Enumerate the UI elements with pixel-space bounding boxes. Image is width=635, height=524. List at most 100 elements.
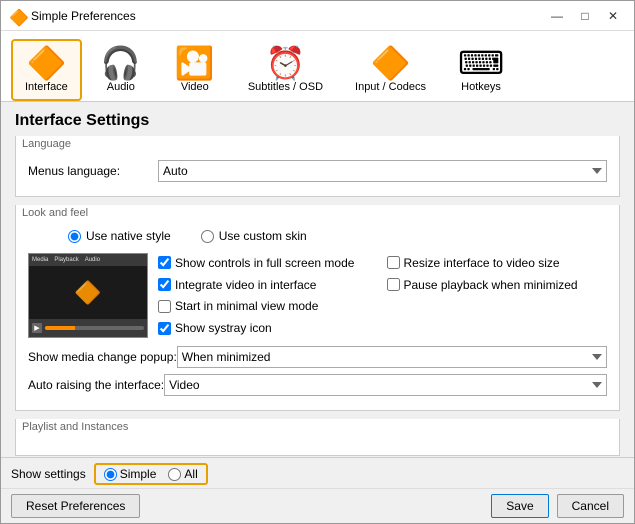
content-area: Interface Settings Language Menus langua… [1,102,634,457]
cancel-button[interactable]: Cancel [557,494,624,518]
section-title: Interface Settings [1,102,634,136]
language-group: Language Menus language: Auto [15,136,620,197]
check-minimal[interactable]: Start in minimal view mode [158,297,379,317]
check-resize[interactable]: Resize interface to video size [387,253,608,273]
vlc-progress-fill [45,326,75,330]
vlc-menu-bar: Media Playback Audio [29,254,147,266]
radio-simple-label: Simple [120,467,157,481]
playlist-group-label: Playlist and Instances [16,419,619,435]
media-popup-label: Show media change popup: [28,350,177,364]
media-popup-row: Show media change popup: When minimized [28,346,607,368]
interface-icon: 🔶 [26,47,66,79]
playlist-group-content [16,435,619,455]
language-group-content: Menus language: Auto [16,152,619,196]
style-radio-group: Use native style Use custom skin [28,229,607,243]
check-pause-input[interactable] [387,278,400,291]
vlc-video-area: 🔶 [29,266,147,319]
check-fullscreen[interactable]: Show controls in full screen mode [158,253,379,273]
radio-custom[interactable]: Use custom skin [201,229,307,243]
check-pause-label: Pause playback when minimized [404,278,578,292]
nav-label-audio: Audio [107,81,135,93]
check-systray[interactable]: Show systray icon [158,318,379,338]
check-integrate[interactable]: Integrate video in interface [158,275,379,295]
nav-item-video[interactable]: 🎦 Video [160,39,230,101]
menus-language-label: Menus language: [28,164,158,178]
video-icon: 🎦 [175,47,215,79]
checkboxes-grid: Show controls in full screen mode Resize… [158,253,607,338]
look-group-content: Use native style Use custom skin Me [16,221,619,410]
radio-native[interactable]: Use native style [68,229,171,243]
playlist-group: Playlist and Instances [15,419,620,456]
vlc-preview-inner: Media Playback Audio 🔶 ▶ [29,254,147,337]
show-settings-label: Show settings [11,467,86,481]
radio-all-label: All [184,467,197,481]
look-group-label: Look and feel [16,205,619,221]
check-resize-label: Resize interface to video size [404,256,560,270]
vlc-menu-playback: Playback [54,257,78,263]
audio-icon: 🎧 [101,47,141,79]
reset-button[interactable]: Reset Preferences [11,494,140,518]
vlc-preview: Media Playback Audio 🔶 ▶ [28,253,148,338]
subtitles-icon: ⏰ [265,47,305,79]
nav-label-hotkeys: Hotkeys [461,81,501,93]
app-icon: 🔶 [9,8,25,24]
vlc-menu-media: Media [32,257,48,263]
window-title: Simple Preferences [31,9,544,23]
check-integrate-input[interactable] [158,278,171,291]
check-integrate-label: Integrate video in interface [175,278,316,292]
btn-row: Reset Preferences Save Cancel [1,489,634,523]
nav-label-subtitles: Subtitles / OSD [248,81,323,93]
save-button[interactable]: Save [491,494,548,518]
nav-item-audio[interactable]: 🎧 Audio [86,39,156,101]
check-systray-input[interactable] [158,322,171,335]
check-fullscreen-input[interactable] [158,256,171,269]
check-minimal-label: Start in minimal view mode [175,299,318,313]
radio-native-input[interactable] [68,230,81,243]
nav-item-hotkeys[interactable]: ⌨ Hotkeys [444,39,518,101]
nav-label-interface: Interface [25,81,68,93]
maximize-button[interactable]: □ [572,6,598,26]
vlc-progress-bar [45,326,144,330]
check-systray-label: Show systray icon [175,321,272,335]
check-minimal-input[interactable] [158,300,171,313]
close-button[interactable]: ✕ [600,6,626,26]
check-pause[interactable]: Pause playback when minimized [387,275,608,295]
language-group-label: Language [16,136,619,152]
nav-item-input[interactable]: 🔶 Input / Codecs [341,39,440,101]
radio-all[interactable]: All [168,467,197,481]
menus-language-row: Menus language: Auto [28,160,607,182]
show-settings-row: Show settings Simple All [1,458,634,489]
input-icon: 🔶 [371,47,411,79]
check-placeholder [387,297,608,317]
radio-custom-label: Use custom skin [219,229,307,243]
action-buttons: Save Cancel [491,494,624,518]
vlc-play-btn: ▶ [32,323,42,333]
vlc-menu-audio: Audio [85,257,100,263]
check-resize-input[interactable] [387,256,400,269]
auto-raising-select[interactable]: Video [164,374,607,396]
minimize-button[interactable]: — [544,6,570,26]
media-popup-select[interactable]: When minimized [177,346,607,368]
look-group: Look and feel Use native style Use custo… [15,205,620,411]
nav-item-subtitles[interactable]: ⏰ Subtitles / OSD [234,39,337,101]
hotkeys-icon: ⌨ [458,47,504,79]
radio-simple-input[interactable] [104,468,117,481]
nav-label-video: Video [181,81,209,93]
radio-all-input[interactable] [168,468,181,481]
nav-bar: 🔶 Interface 🎧 Audio 🎦 Video ⏰ Subtitles … [1,31,634,102]
settings-scroll[interactable]: Language Menus language: Auto Look and f… [1,136,634,457]
menus-language-select[interactable]: Auto [158,160,607,182]
window: 🔶 Simple Preferences — □ ✕ 🔶 Interface 🎧… [0,0,635,524]
auto-raising-row: Auto raising the interface: Video [28,374,607,396]
radio-custom-input[interactable] [201,230,214,243]
nav-item-interface[interactable]: 🔶 Interface [11,39,82,101]
vlc-controls: ▶ [29,319,147,337]
title-bar: 🔶 Simple Preferences — □ ✕ [1,1,634,31]
radio-simple[interactable]: Simple [104,467,157,481]
nav-label-input: Input / Codecs [355,81,426,93]
check-fullscreen-label: Show controls in full screen mode [175,256,354,270]
auto-raising-label: Auto raising the interface: [28,378,164,392]
show-settings-radios: Simple All [94,463,208,485]
vlc-cone-preview: 🔶 [74,280,101,306]
radio-native-label: Use native style [86,229,171,243]
